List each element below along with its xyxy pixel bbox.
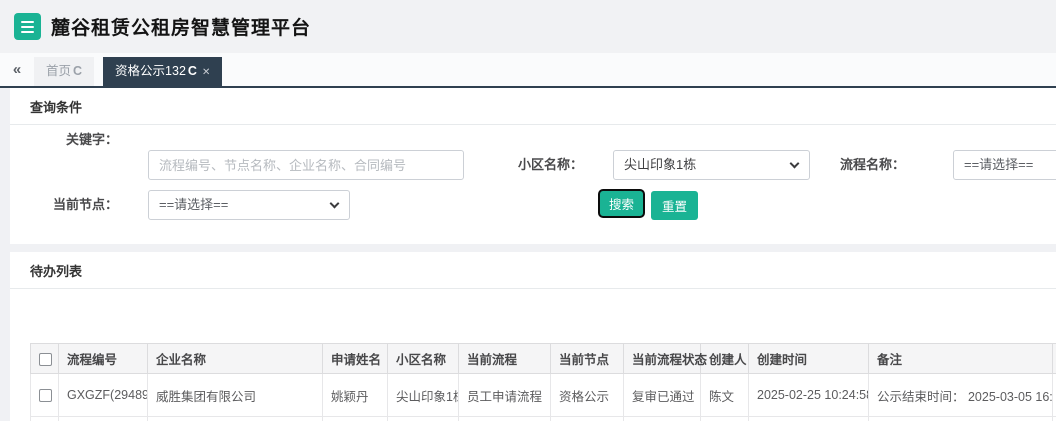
- chevron-down-icon: [789, 158, 800, 169]
- cell-current-flow: 员工申请流程: [458, 373, 551, 417]
- close-icon[interactable]: ✕: [202, 67, 210, 78]
- collapse-tabs-icon[interactable]: «: [8, 61, 26, 78]
- col-applicant: 申请姓名: [322, 343, 388, 374]
- keyword-input[interactable]: [148, 150, 464, 180]
- node-select[interactable]: ==请选择==: [148, 190, 350, 220]
- todo-panel: 待办列表 流程编号 企业名称 申请姓名 小区名称 当前流程 当前节点 当前流程状…: [10, 252, 1056, 421]
- keyword-label: 关键字：: [65, 132, 118, 147]
- table-header-row: 流程编号 企业名称 申请姓名 小区名称 当前流程 当前节点 当前流程状态 创建人…: [30, 343, 1056, 374]
- col-creator: 创建人: [700, 343, 749, 374]
- row-checkbox[interactable]: [39, 389, 52, 403]
- cell-community: 尖山印象1栋: [387, 373, 459, 417]
- community-select[interactable]: 尖山印象1栋: [613, 150, 810, 180]
- app-header: 麓谷租赁公租房智慧管理平台: [0, 0, 1056, 53]
- app-title: 麓谷租赁公租房智慧管理平台: [51, 18, 312, 39]
- cell-remark: 公示结束时间： 2025-03-05 16:38:06: [868, 373, 1053, 417]
- chevron-down-icon: [329, 198, 340, 209]
- cell-flow-status: 复审已通过: [623, 373, 701, 417]
- col-community: 小区名称: [387, 343, 459, 374]
- process-select-value: ==请选择==: [964, 157, 1034, 172]
- col-create-time: 创建时间: [748, 343, 869, 374]
- community-label: 小区名称：: [517, 157, 583, 172]
- tab-home[interactable]: 首页 C: [34, 57, 95, 86]
- col-current-node: 当前节点: [550, 343, 624, 374]
- process-label: 流程名称：: [839, 157, 905, 172]
- refresh-icon[interactable]: C: [188, 64, 197, 78]
- cell-extra: [1052, 373, 1056, 417]
- col-flow-status: 当前流程状态: [623, 343, 707, 374]
- select-all-checkbox[interactable]: [39, 352, 52, 366]
- todo-table: 流程编号 企业名称 申请姓名 小区名称 当前流程 当前节点 当前流程状态 创建人…: [30, 343, 1056, 421]
- cell-creator: 陈文: [700, 373, 749, 417]
- cell-create-time: 2025-02-25 10:24:58: [748, 373, 869, 417]
- community-select-value: 尖山印象1栋: [624, 157, 697, 172]
- query-form: 关键字： 小区名称： 尖山印象1栋 流程名称： ==请选择== 当前节点： ==…: [10, 125, 1056, 244]
- todo-panel-title: 待办列表: [10, 252, 1056, 289]
- table-row-partial: [30, 416, 1056, 421]
- col-process-no: 流程编号: [58, 343, 148, 374]
- col-company: 企业名称: [147, 343, 323, 374]
- col-remark: 备注: [868, 343, 1053, 374]
- col-extra: [1052, 343, 1056, 374]
- tab-qualification-label: 资格公示132: [115, 64, 186, 78]
- tab-bar: « 首页 C 资格公示132 C ✕: [0, 53, 1056, 88]
- tab-home-label: 首页: [46, 64, 72, 78]
- node-select-value: ==请选择==: [159, 197, 229, 212]
- reset-button[interactable]: 重置: [651, 191, 699, 220]
- cell-company: 威胜集团有限公司: [147, 373, 323, 417]
- process-select[interactable]: ==请选择==: [953, 150, 1056, 180]
- refresh-icon[interactable]: C: [73, 64, 82, 78]
- cell-process-no: GXGZF(29489): [58, 373, 148, 417]
- page-content: 查询条件 关键字： 小区名称： 尖山印象1栋 流程名称： ==请选择== 当前节…: [0, 88, 1056, 421]
- query-panel-title: 查询条件: [10, 88, 1056, 125]
- search-button[interactable]: 搜索: [598, 189, 646, 218]
- node-label: 当前节点：: [52, 197, 118, 212]
- row-select-cell: [30, 373, 59, 417]
- query-panel: 查询条件 关键字： 小区名称： 尖山印象1栋 流程名称： ==请选择== 当前节…: [10, 88, 1056, 244]
- select-all-cell: [30, 343, 59, 374]
- col-current-flow: 当前流程: [458, 343, 551, 374]
- tab-qualification-publicity[interactable]: 资格公示132 C ✕: [103, 57, 223, 86]
- cell-current-node: 资格公示: [550, 373, 624, 417]
- cell-applicant: 姚颖丹: [322, 373, 388, 417]
- table-row[interactable]: GXGZF(29489) 威胜集团有限公司 姚颖丹 尖山印象1栋 员工申请流程 …: [30, 373, 1056, 417]
- menu-toggle-button[interactable]: [14, 13, 41, 40]
